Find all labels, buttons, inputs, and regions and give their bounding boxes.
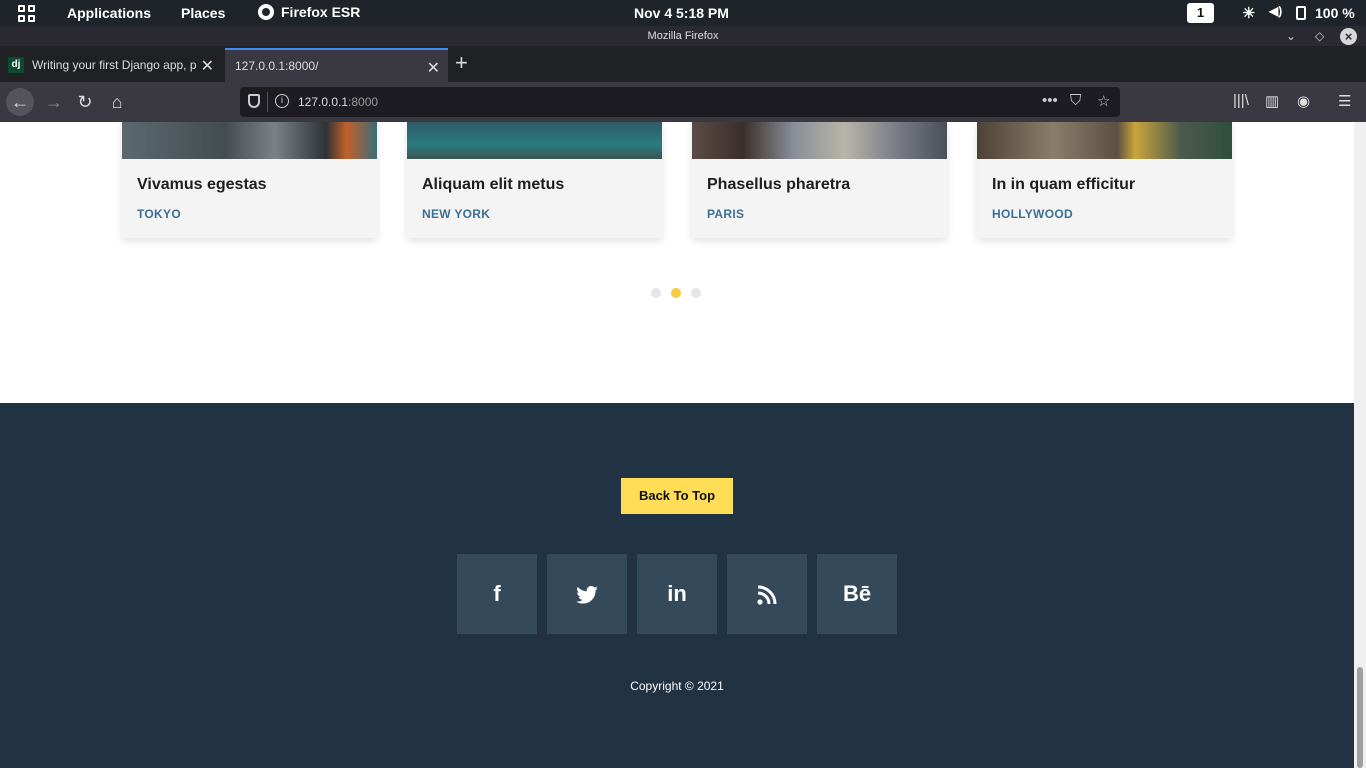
minimize-icon[interactable]: ⌄	[1286, 26, 1296, 46]
forward-button[interactable]: →	[40, 88, 68, 116]
card-image	[977, 122, 1232, 159]
applications-menu[interactable]: Applications	[67, 5, 151, 21]
back-to-top-button[interactable]: Back To Top	[621, 478, 733, 514]
card-tokyo[interactable]: Vivamus egestas TOKYO	[122, 122, 377, 238]
active-app-menu[interactable]: Firefox ESR	[258, 4, 360, 20]
firefox-icon	[258, 4, 274, 20]
url-text[interactable]: 127.0.0.1:8000	[298, 95, 378, 109]
tab-django-tutorial[interactable]: dj Writing your first Django app, part 1…	[0, 48, 222, 82]
window-title-bar: Mozilla Firefox ⌄ ◇ ×	[0, 26, 1366, 46]
page-scrollbar[interactable]	[1354, 122, 1366, 768]
card-hollywood[interactable]: In in quam efficitur HOLLYWOOD	[977, 122, 1232, 238]
reload-button[interactable]: ↻	[71, 88, 99, 116]
linkedin-icon[interactable]: in	[637, 554, 717, 634]
window-title: Mozilla Firefox	[647, 30, 719, 42]
tab-localhost[interactable]: 127.0.0.1:8000/ ✕	[225, 48, 448, 82]
tab-title: 127.0.0.1:8000/	[235, 59, 319, 73]
clock[interactable]: Nov 4 5:18 PM	[634, 5, 729, 21]
card-title[interactable]: Vivamus egestas	[137, 176, 267, 194]
brightness-icon[interactable]: ☀	[1242, 4, 1255, 22]
rss-icon[interactable]	[727, 554, 807, 634]
twitter-icon[interactable]	[547, 554, 627, 634]
back-button[interactable]: ←	[6, 88, 34, 116]
carousel-dots	[651, 288, 701, 298]
library-icon[interactable]: |||\	[1233, 92, 1249, 109]
bookmark-star-icon[interactable]: ☆	[1097, 92, 1110, 110]
card-new-york[interactable]: Aliquam elit metus NEW YORK	[407, 122, 662, 238]
system-top-bar: Applications Places Firefox ESR Nov 4 5:…	[0, 0, 1366, 26]
url-port: :8000	[348, 95, 379, 109]
home-button[interactable]: ⌂	[103, 88, 131, 116]
carousel-dot[interactable]	[691, 288, 701, 298]
tracking-protection-icon[interactable]	[248, 94, 260, 108]
close-tab-icon[interactable]: ✕	[427, 58, 440, 78]
footer: Back To Top f in Bē Copyright © 2021	[0, 403, 1354, 768]
tab-bar: dj Writing your first Django app, part 1…	[0, 46, 1366, 82]
web-page: Vivamus egestas TOKYO Aliquam elit metus…	[0, 122, 1354, 768]
behance-icon[interactable]: Bē	[817, 554, 897, 634]
card-title[interactable]: Aliquam elit metus	[422, 176, 564, 194]
app-grid-icon[interactable]	[18, 5, 35, 22]
card-paris[interactable]: Phasellus pharetra PARIS	[692, 122, 947, 238]
navigation-toolbar: ← → ↻ ⌂ i 127.0.0.1:8000 ••• ⛉ ☆ |||\ ▥ …	[0, 82, 1366, 122]
card-city: PARIS	[707, 207, 745, 221]
maximize-icon[interactable]: ◇	[1315, 26, 1324, 46]
battery-percent[interactable]: 100 %	[1315, 5, 1355, 21]
pocket-icon[interactable]: ⛉	[1070, 92, 1081, 109]
carousel-dot[interactable]	[651, 288, 661, 298]
url-separator	[267, 92, 268, 112]
window-close-button[interactable]: ×	[1340, 28, 1357, 45]
menu-icon[interactable]: ☰	[1338, 92, 1351, 110]
workspace-indicator[interactable]: 1	[1187, 3, 1214, 23]
site-info-icon[interactable]: i	[275, 94, 289, 108]
card-title[interactable]: In in quam efficitur	[992, 176, 1135, 194]
new-tab-button[interactable]: +	[455, 50, 468, 76]
card-image	[407, 122, 662, 159]
facebook-icon[interactable]: f	[457, 554, 537, 634]
copyright-text: Copyright © 2021	[630, 679, 724, 693]
sidebar-icon[interactable]: ▥	[1265, 92, 1279, 110]
places-menu[interactable]: Places	[181, 5, 225, 21]
page-actions-icon[interactable]: •••	[1042, 92, 1058, 109]
volume-icon[interactable]: ◀)	[1269, 4, 1282, 18]
active-app-label: Firefox ESR	[281, 4, 361, 20]
account-icon[interactable]: ◉	[1297, 92, 1310, 110]
carousel-dot-active[interactable]	[671, 288, 681, 298]
tab-title: Writing your first Django app, part 1	[32, 58, 197, 72]
card-title[interactable]: Phasellus pharetra	[707, 176, 850, 194]
django-favicon-icon: dj	[8, 57, 24, 73]
close-tab-icon[interactable]: ✕	[201, 56, 214, 76]
url-host: 127.0.0.1	[298, 95, 349, 109]
card-image	[122, 122, 377, 159]
card-city: NEW YORK	[422, 207, 491, 221]
card-city: TOKYO	[137, 207, 181, 221]
card-city: HOLLYWOOD	[992, 207, 1073, 221]
scrollbar-thumb[interactable]	[1357, 667, 1363, 768]
social-links: f in Bē	[457, 554, 897, 634]
url-bar[interactable]: i 127.0.0.1:8000 ••• ⛉ ☆	[240, 87, 1120, 117]
battery-icon[interactable]	[1296, 6, 1306, 20]
card-image	[692, 122, 947, 159]
